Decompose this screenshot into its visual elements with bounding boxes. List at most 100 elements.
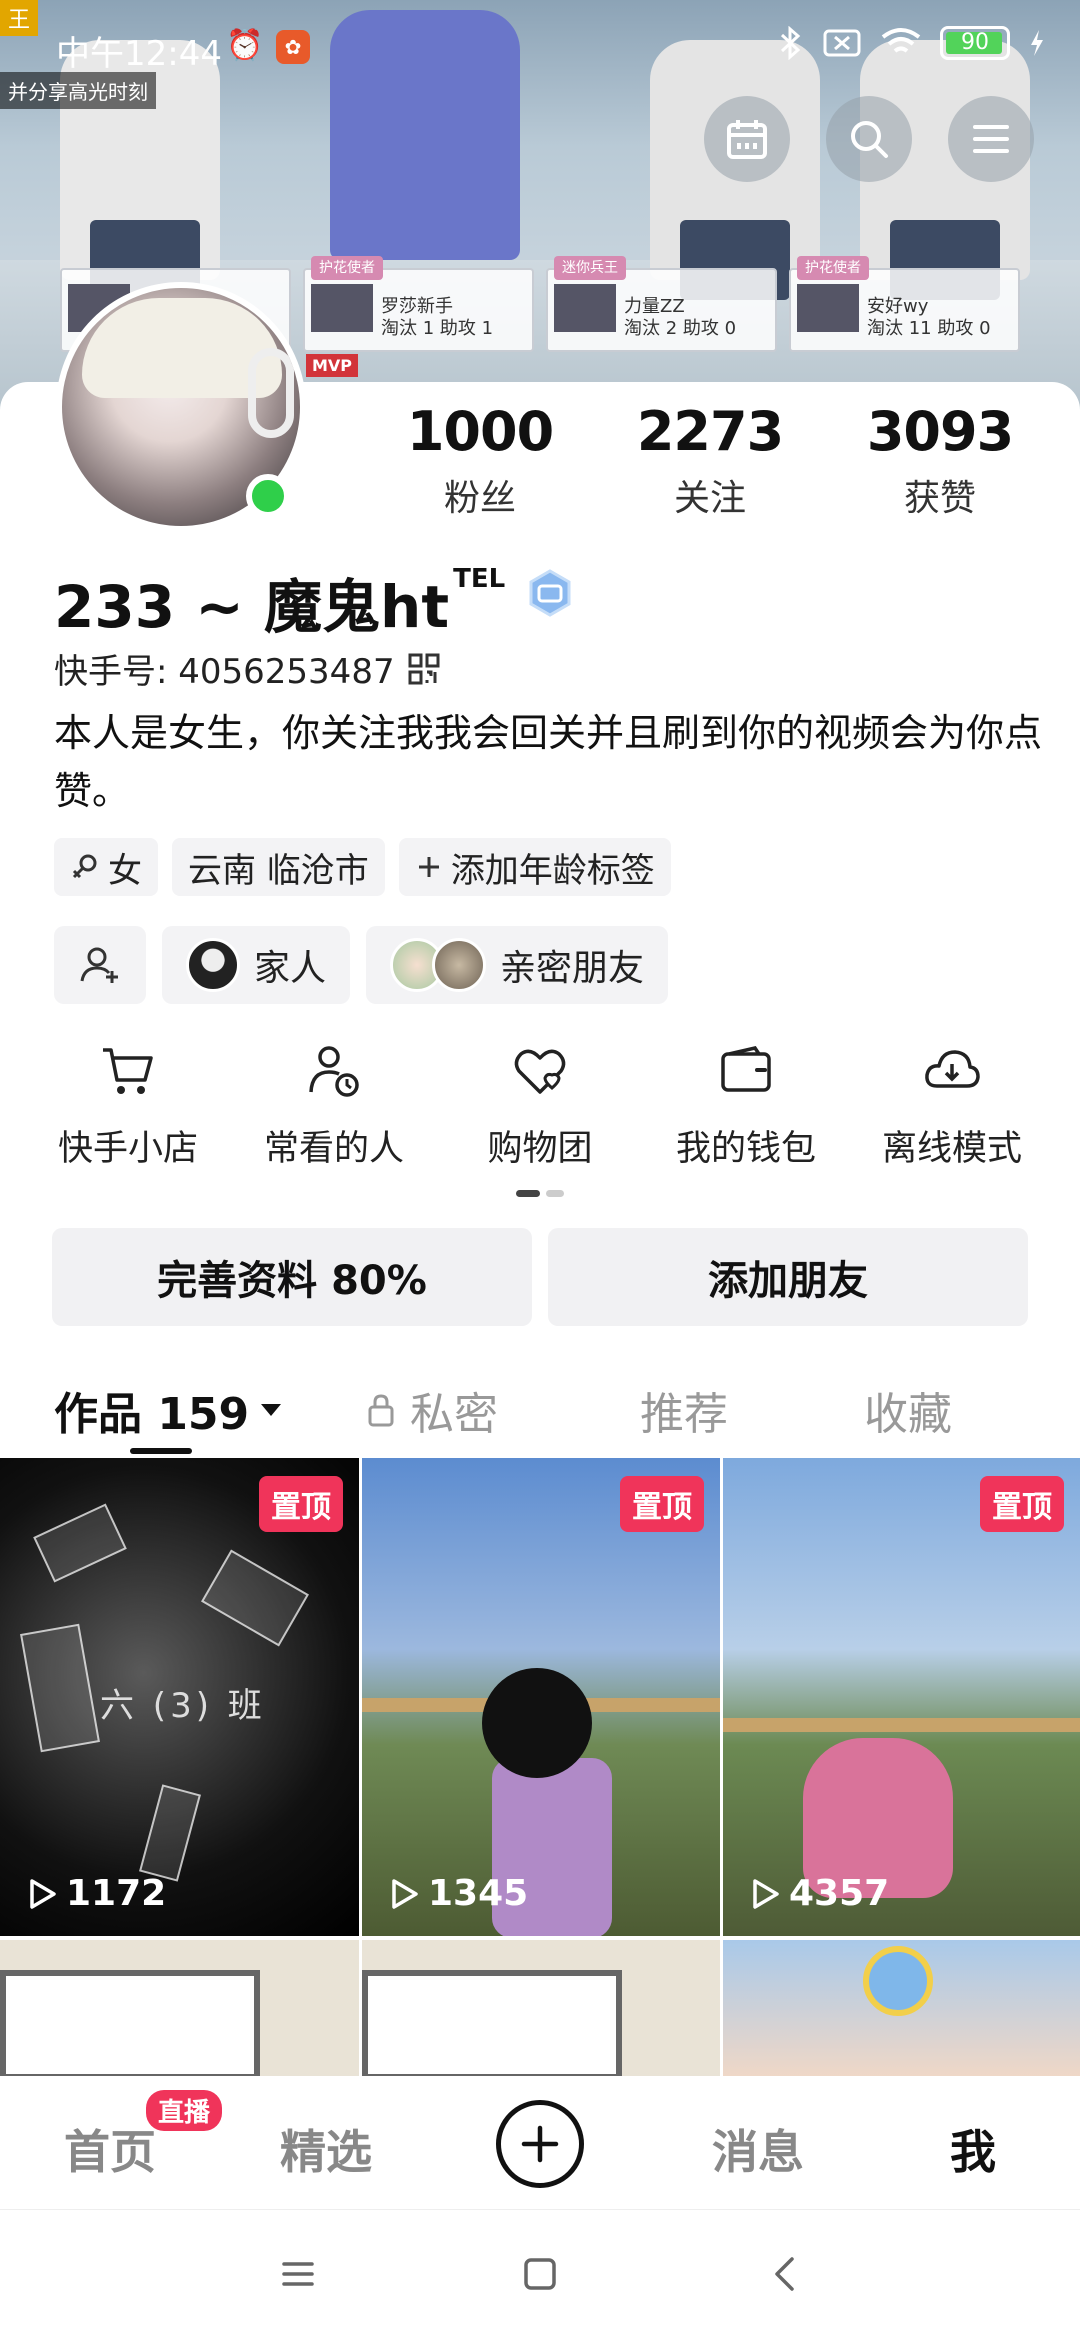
profile-bio: 本人是女生，你关注我我会回关并且刷到你的视频会为你点赞。 [54,711,1043,813]
player-stats: 淘汰 2 助攻 0 [624,318,737,339]
lock-icon [368,1394,394,1427]
player-name: 力量ZZ [624,296,685,317]
stat-label: 粉丝 [443,478,516,519]
location-tag[interactable]: 云南 临沧市 [172,838,385,896]
profile-tags: 女 云南 临沧市 添加年龄标签 [54,838,671,896]
friend-group-label: 亲密朋友 [500,948,645,989]
cart-icon [103,1048,153,1094]
avatar [186,938,240,992]
video-thumbnail[interactable]: 置顶 1345 [362,1458,720,1936]
create-button[interactable] [496,2100,584,2188]
shortcut-label: 我的钱包 [675,1129,816,1169]
system-navigation-bar [0,2210,1080,2340]
wallet-icon [721,1046,771,1092]
player-name: 安好wy [867,296,929,317]
tab-favorites[interactable]: 收藏 [864,1378,952,1442]
glass-shard [33,1503,127,1583]
shortcut-label: 购物团 [487,1129,593,1169]
bottom-navigation: 首页 直播 精选 消息 我 [0,2076,1080,2210]
menu-button[interactable] [948,96,1034,182]
nav-me[interactable]: 我 [950,2116,996,2182]
kuaishou-id-row[interactable]: 快手号: 4056253487 [54,644,441,693]
plus-icon [418,857,439,877]
kuaishou-id: 快手号: 4056253487 [54,652,395,692]
verified-badge-icon[interactable] [525,568,575,618]
profile-name-row: 233 ~ 魔鬼ht TEL [54,560,575,644]
tab-private[interactable]: 私密 [366,1378,498,1442]
nav-home[interactable]: 首页 [64,2116,156,2182]
player-name: 罗莎新手 [381,296,453,317]
nav-messages[interactable]: 消息 [712,2116,804,2182]
play-count: 1345 [386,1873,528,1914]
stat-number: 1000 [406,400,554,463]
back-icon[interactable] [766,2254,806,2294]
battery-level: 90 [961,30,989,55]
profile-name: 233 ~ 魔鬼ht [54,573,450,641]
status-icons: 90 [776,26,1046,60]
stat-likes[interactable]: 3093 获赞 [840,400,1040,521]
nav-featured[interactable]: 精选 [280,2116,372,2182]
tab-works-label: 作品 159 [54,1389,250,1440]
stat-label: 关注 [673,478,746,519]
profile-actions: 完善资料 80% 添加朋友 [52,1228,1028,1326]
status-bar: 中午12:44 ⏰ ✿ 90 [0,0,1080,92]
alarm-icon: ⏰ [226,28,264,63]
menu-icon [973,125,1009,153]
thumbnail-railing [723,1718,1080,1732]
cloud-download-icon [925,1050,980,1088]
video-thumbnail[interactable] [723,1940,1080,2080]
shortcut-wallet[interactable]: 我的钱包 [646,1040,846,1171]
add-age-tag-button[interactable]: 添加年龄标签 [398,838,671,896]
calendar-button[interactable] [704,96,790,182]
play-icon [753,1878,779,1909]
shortcut-frequent-people[interactable]: 常看的人 [234,1040,434,1171]
glass-shard [139,1784,201,1882]
profile-screen: { "status_bar": {"time": "中午12:44", "bat… [0,0,1080,2340]
friend-group-family[interactable]: 家人 [162,926,351,1004]
content-tabs: 作品 159 私密 推荐 收藏 [0,1370,1080,1454]
friend-groups: 家人 亲密朋友 [54,926,669,1004]
player-role: 护花使者 [311,256,383,280]
tab-works[interactable]: 作品 159 [54,1378,283,1442]
play-icon [392,1878,418,1909]
no-sim-icon [823,29,861,57]
qr-code-icon[interactable] [407,652,441,686]
thumbnail-scope [482,1668,592,1778]
home-icon[interactable] [520,2254,560,2294]
player-thumb [554,284,616,332]
video-grid: 六 (3) 班 置顶 1172 置顶 1345 置顶 4357 [0,1458,1080,2080]
player-stats: 淘汰 11 助攻 0 [867,318,991,339]
player-thumb [797,284,859,332]
pinned-badge: 置顶 [259,1476,343,1532]
online-status-dot [246,474,290,518]
shortcut-shopping-group[interactable]: 购物团 [440,1040,640,1171]
video-thumbnail[interactable] [362,1940,720,2080]
calendar-icon [727,120,767,159]
video-thumbnail[interactable]: 置顶 4357 [723,1458,1080,1936]
play-count-value: 1345 [428,1873,529,1914]
gender-tag[interactable]: 女 [54,838,158,896]
stat-followers[interactable]: 1000 粉丝 [380,400,580,521]
video-thumbnail[interactable] [0,1940,359,2080]
shortcut-offline-mode[interactable]: 离线模式 [852,1040,1052,1171]
complete-profile-button[interactable]: 完善资料 80% [52,1228,532,1326]
add-friend-group-button[interactable] [54,926,146,1004]
friend-group-close-friends[interactable]: 亲密朋友 [366,926,669,1004]
shortcut-shop[interactable]: 快手小店 [28,1040,228,1171]
stat-following[interactable]: 2273 关注 [610,400,810,521]
video-thumbnail[interactable]: 六 (3) 班 置顶 1172 [0,1458,359,1936]
shortcut-row: 快手小店 常看的人 购物团 我的钱包 离线模式 [28,1040,1052,1171]
glass-shard [201,1549,309,1647]
tab-recommend[interactable]: 推荐 [640,1378,728,1442]
player-card: 护花使者 罗莎新手 淘汰 1 助攻 1 [303,256,534,352]
recent-apps-icon[interactable] [278,2254,318,2294]
player-card: 迷你兵王 力量ZZ 淘汰 2 助攻 0 [546,256,777,352]
add-friend-button[interactable]: 添加朋友 [548,1228,1028,1326]
stat-number: 2273 [636,400,784,463]
add-person-icon [80,947,118,983]
live-badge: 直播 [146,2090,223,2131]
pinned-badge: 置顶 [620,1476,704,1532]
play-count-value: 4357 [789,1873,890,1914]
player-role: 护花使者 [797,256,869,280]
search-button[interactable] [826,96,912,182]
